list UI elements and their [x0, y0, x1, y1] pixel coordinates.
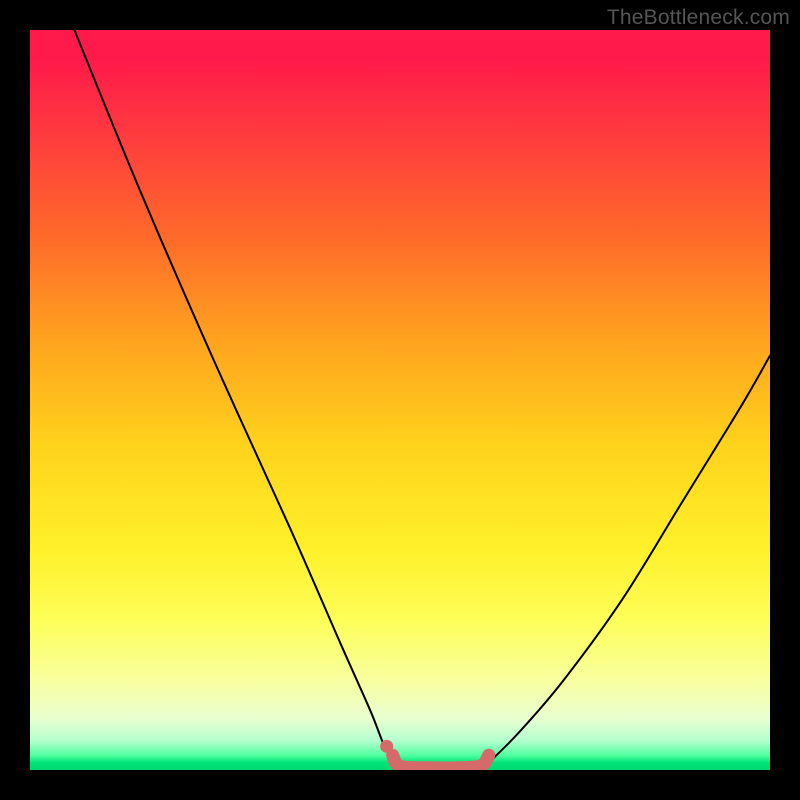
watermark-text: TheBottleneck.com — [607, 6, 790, 30]
series-left-branch — [74, 30, 396, 763]
series-valley-marker-dot — [380, 740, 393, 753]
series-valley-marker — [393, 755, 489, 768]
plot-area — [30, 30, 770, 770]
series-right-branch — [489, 356, 770, 763]
curve-layer — [30, 30, 770, 770]
chart-frame: TheBottleneck.com — [0, 0, 800, 800]
